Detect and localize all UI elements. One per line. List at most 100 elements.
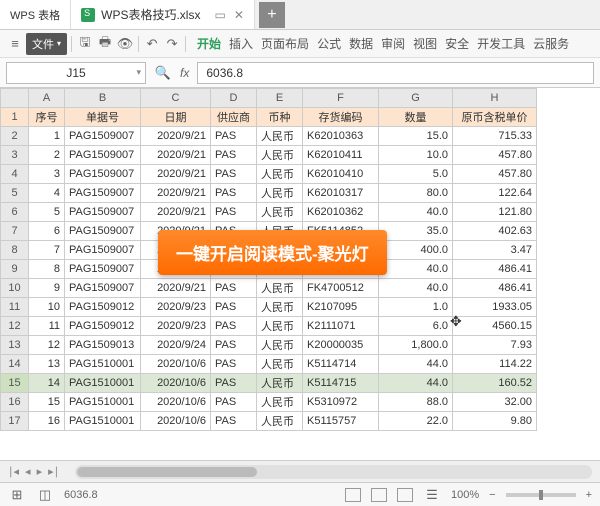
cell[interactable]: PAS [211, 317, 257, 336]
cell[interactable]: PAS [211, 374, 257, 393]
search-icon[interactable]: 🔍 [154, 64, 172, 82]
cell[interactable]: 3 [29, 165, 65, 184]
cell[interactable]: 5 [29, 203, 65, 222]
cell[interactable]: 80.0 [379, 184, 453, 203]
col-header-H[interactable]: H [453, 89, 537, 108]
row-header[interactable]: 2 [1, 127, 29, 146]
cell[interactable]: 2020/9/21 [141, 203, 211, 222]
ribbon-tab-security[interactable]: 安全 [442, 33, 472, 54]
col-header-D[interactable]: D [211, 89, 257, 108]
col-header-E[interactable]: E [257, 89, 303, 108]
row-header[interactable]: 9 [1, 260, 29, 279]
cell[interactable]: 6 [29, 222, 65, 241]
sheet-first-icon[interactable]: ∣◂ [8, 465, 19, 478]
row-header[interactable]: 10 [1, 279, 29, 298]
sheet-prev-icon[interactable]: ◂ [25, 465, 31, 478]
row-header[interactable]: 3 [1, 146, 29, 165]
cell[interactable]: 人民币 [257, 203, 303, 222]
row-header[interactable]: 11 [1, 298, 29, 317]
cell[interactable]: K5115757 [303, 412, 379, 431]
cell[interactable]: 6.0 [379, 317, 453, 336]
cell[interactable]: 人民币 [257, 393, 303, 412]
cell[interactable]: PAG1509007 [65, 165, 141, 184]
cell[interactable]: PAG1510001 [65, 374, 141, 393]
sheet-next-icon[interactable]: ▸ [37, 465, 43, 478]
cell[interactable]: PAG1510001 [65, 393, 141, 412]
cell[interactable]: 1933.05 [453, 298, 537, 317]
cell[interactable]: 7 [29, 241, 65, 260]
cell[interactable]: FK4700512 [303, 279, 379, 298]
cell[interactable]: PAS [211, 184, 257, 203]
cell[interactable]: 400.0 [379, 241, 453, 260]
cell[interactable]: K2107095 [303, 298, 379, 317]
cell[interactable]: PAG1509007 [65, 127, 141, 146]
file-menu[interactable]: 文件▾ [26, 33, 67, 55]
cell[interactable]: 2020/9/21 [141, 127, 211, 146]
view-normal-icon[interactable] [345, 488, 361, 502]
cell[interactable]: 486.41 [453, 279, 537, 298]
cell[interactable]: 人民币 [257, 279, 303, 298]
row-header[interactable]: 12 [1, 317, 29, 336]
status-icon[interactable]: ⊞ [8, 486, 26, 504]
new-tab-button[interactable]: + [259, 2, 285, 28]
cell[interactable]: 2020/9/21 [141, 184, 211, 203]
cell[interactable]: 9 [29, 279, 65, 298]
cell[interactable]: 2020/10/6 [141, 374, 211, 393]
chevron-down-icon[interactable]: ▾ [136, 67, 141, 78]
cell[interactable]: 2020/9/21 [141, 146, 211, 165]
cell[interactable]: PAS [211, 279, 257, 298]
select-all-corner[interactable] [1, 89, 29, 108]
cell[interactable]: 5.0 [379, 165, 453, 184]
cell[interactable]: PAG1509007 [65, 279, 141, 298]
cell[interactable]: 10.0 [379, 146, 453, 165]
zoom-out-icon[interactable]: − [489, 489, 495, 501]
ribbon-tab-formula[interactable]: 公式 [314, 33, 344, 54]
cell[interactable]: 160.52 [453, 374, 537, 393]
cell[interactable]: 2020/9/23 [141, 298, 211, 317]
cell[interactable]: PAS [211, 165, 257, 184]
document-tab[interactable]: WPS表格技巧.xlsx ▭ ✕ [71, 0, 255, 29]
col-header-A[interactable]: A [29, 89, 65, 108]
cell[interactable]: PAS [211, 298, 257, 317]
menu-icon[interactable]: ≡ [6, 35, 24, 53]
cell[interactable]: 人民币 [257, 412, 303, 431]
cell[interactable]: 35.0 [379, 222, 453, 241]
cell[interactable]: 40.0 [379, 260, 453, 279]
cell[interactable]: 16 [29, 412, 65, 431]
cell[interactable]: PAG1509007 [65, 241, 141, 260]
cell[interactable]: 4 [29, 184, 65, 203]
cell[interactable]: K2111071 [303, 317, 379, 336]
cell[interactable]: 2020/10/6 [141, 412, 211, 431]
cell[interactable]: PAG1509007 [65, 184, 141, 203]
ribbon-tab-dev[interactable]: 开发工具 [474, 33, 528, 54]
row-header[interactable]: 8 [1, 241, 29, 260]
cell[interactable]: 122.64 [453, 184, 537, 203]
ribbon-tab-insert[interactable]: 插入 [226, 33, 256, 54]
cell[interactable]: PAG1510001 [65, 355, 141, 374]
cell[interactable]: 15 [29, 393, 65, 412]
cell[interactable]: K62010317 [303, 184, 379, 203]
cell[interactable]: 人民币 [257, 317, 303, 336]
row-header[interactable]: 4 [1, 165, 29, 184]
cell[interactable]: PAG1509007 [65, 260, 141, 279]
name-box[interactable]: J15 ▾ [6, 62, 146, 84]
spreadsheet-grid[interactable]: ABCDEFGH1序号单据号日期供应商币种存货编码数量原币含税单价21PAG15… [0, 88, 600, 460]
cell[interactable]: K62010362 [303, 203, 379, 222]
cell[interactable]: 3.47 [453, 241, 537, 260]
cell[interactable]: 1,800.0 [379, 336, 453, 355]
tab-menu-icon[interactable]: ▭ [214, 8, 225, 22]
cell[interactable]: PAS [211, 355, 257, 374]
cell[interactable]: K62010411 [303, 146, 379, 165]
row-header[interactable]: 7 [1, 222, 29, 241]
preview-icon[interactable]: 👁 [116, 35, 134, 53]
ribbon-tab-review[interactable]: 审阅 [378, 33, 408, 54]
row-header[interactable]: 5 [1, 184, 29, 203]
zoom-slider[interactable] [506, 493, 576, 497]
row-header[interactable]: 6 [1, 203, 29, 222]
cell[interactable]: 9.80 [453, 412, 537, 431]
cell[interactable]: 10 [29, 298, 65, 317]
header-cell[interactable]: 原币含税单价 [453, 108, 537, 127]
cell[interactable]: PAS [211, 336, 257, 355]
row-header[interactable]: 14 [1, 355, 29, 374]
cell[interactable]: K20000035 [303, 336, 379, 355]
